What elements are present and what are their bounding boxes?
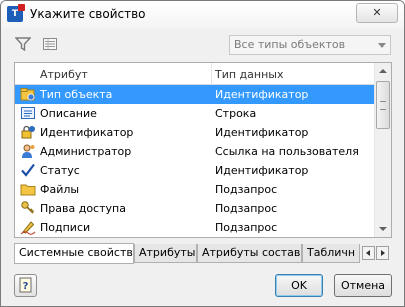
tab-tables[interactable]: Табличн [302, 244, 360, 263]
attribute-data-type: Идентификатор [215, 88, 309, 101]
attribute-data-type: Ссылка на пользователя [215, 145, 359, 158]
attribute-list: Атрибут Тип данных Тип объекта Идентифика… [14, 62, 392, 238]
ok-button[interactable]: OK [275, 274, 323, 297]
list-item[interactable]: Файлы Подзапрос [15, 180, 375, 199]
help-button[interactable]: ? [14, 274, 37, 297]
attribute-name: Права доступа [40, 202, 126, 215]
attribute-data-type: Строка [215, 107, 257, 120]
files-folder-icon [20, 181, 36, 197]
tab-composition-attributes[interactable]: Атрибуты состава [197, 244, 302, 263]
scroll-down-arrow-icon[interactable] [375, 220, 391, 237]
signature-pen-icon [20, 219, 36, 235]
list-item[interactable]: Описание Строка [15, 104, 375, 123]
identifier-icon [20, 124, 36, 140]
list-header: Атрибут Тип данных [15, 63, 375, 85]
attribute-name: Файлы [40, 183, 80, 196]
object-type-icon [20, 86, 36, 102]
column-header-data-type[interactable]: Тип данных [215, 68, 283, 81]
attribute-data-type: Идентификатор [215, 126, 309, 139]
list-item[interactable]: Тип объекта Идентификатор [15, 85, 375, 104]
help-icon: ? [19, 277, 32, 293]
keys-icon [20, 200, 36, 216]
attribute-name: Администратор [40, 145, 132, 158]
scroll-up-arrow-icon[interactable] [375, 63, 391, 80]
funnel-icon[interactable] [14, 36, 32, 52]
cancel-button[interactable]: Отмена [334, 274, 392, 297]
object-type-select[interactable]: Все типы объектов [229, 35, 391, 55]
status-check-icon [20, 162, 36, 178]
app-logo-icon: T [7, 4, 25, 22]
tab-attributes[interactable]: Атрибуты [134, 244, 197, 263]
scrollbar-thumb[interactable] [376, 81, 390, 129]
title-bar[interactable]: T Укажите свойство ✕ [1, 1, 404, 29]
description-icon [20, 105, 36, 121]
list-item[interactable]: Статус Идентификатор [15, 161, 375, 180]
attribute-data-type: Идентификатор [215, 164, 309, 177]
tab-scroll-right-icon[interactable] [376, 246, 389, 260]
list-view-icon[interactable] [42, 36, 58, 52]
chevron-down-icon [378, 43, 386, 48]
list-item[interactable]: Идентификатор Идентификатор [15, 123, 375, 142]
column-divider[interactable] [211, 63, 212, 85]
svg-text:?: ? [23, 281, 29, 292]
tab-scroll-left-icon[interactable] [362, 246, 375, 260]
attribute-data-type: Подзапрос [215, 221, 278, 234]
vertical-scrollbar[interactable] [374, 63, 391, 237]
dialog-title: Укажите свойство [30, 7, 146, 21]
tab-strip: Системные свойства Атрибуты Атрибуты сос… [14, 243, 392, 264]
list-rows: Тип объекта Идентификатор Описание Строка Ид… [15, 85, 375, 237]
column-header-attribute[interactable]: Атрибут [40, 68, 88, 81]
tab-system-properties[interactable]: Системные свойства [14, 243, 134, 264]
close-button[interactable]: ✕ [356, 3, 398, 23]
list-item[interactable]: Подписи Подзапрос [15, 218, 375, 237]
object-type-select-value: Все типы объектов [234, 38, 346, 51]
attribute-name: Статус [40, 164, 80, 177]
attribute-name: Тип объекта [40, 88, 113, 101]
attribute-data-type: Подзапрос [215, 202, 278, 215]
list-item[interactable]: Права доступа Подзапрос [15, 199, 375, 218]
attribute-name: Описание [40, 107, 97, 120]
administrator-icon [20, 143, 36, 159]
attribute-data-type: Подзапрос [215, 183, 278, 196]
list-item[interactable]: Администратор Ссылка на пользователя [15, 142, 375, 161]
dialog-window: T Укажите свойство ✕ Все типы объектов А… [0, 0, 405, 307]
attribute-name: Подписи [40, 221, 91, 234]
attribute-name: Идентификатор [40, 126, 134, 139]
